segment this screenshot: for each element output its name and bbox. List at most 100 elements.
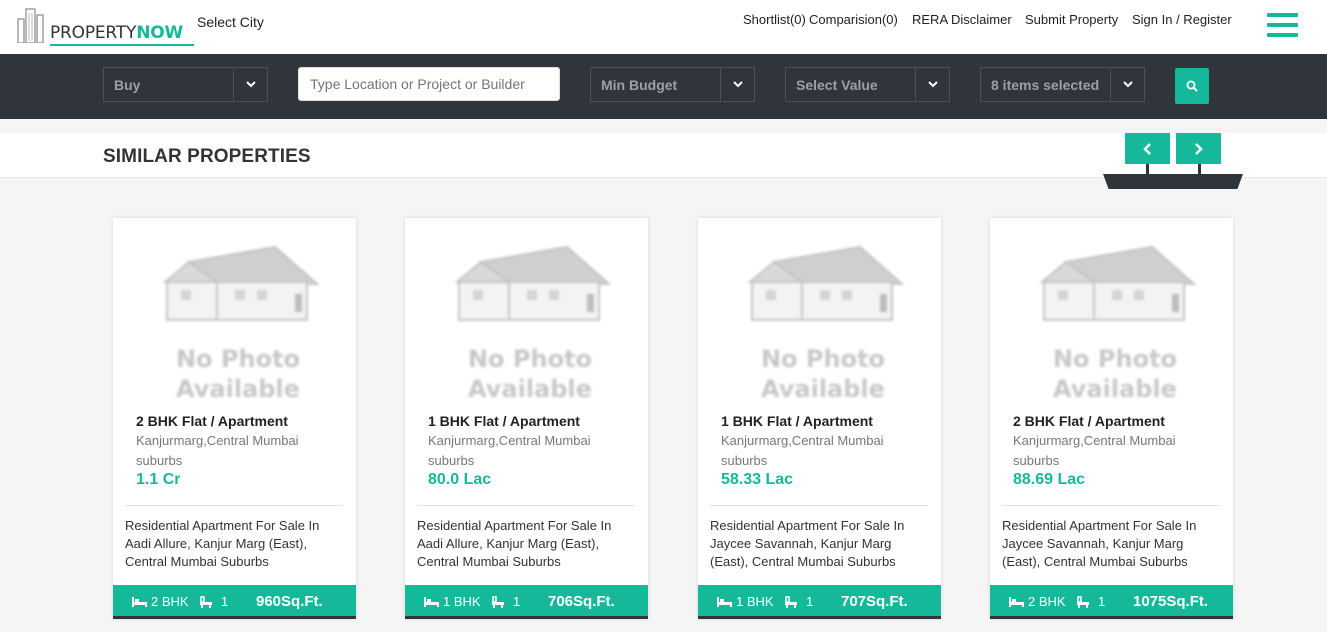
bath-icon — [200, 595, 212, 608]
property-description: Residential Apartment For Sale In Jaycee… — [1002, 518, 1197, 569]
area-value: 706Sq.Ft. — [548, 593, 615, 610]
beds-value: 1 BHK — [443, 594, 481, 609]
property-description: Residential Apartment For Sale In Aadi A… — [125, 518, 320, 569]
logo[interactable]: PROPERTYNOW — [16, 5, 194, 46]
baths-value: 1 — [806, 594, 814, 609]
house-placeholder-icon — [454, 245, 612, 321]
buy-rent-select-value: Buy — [114, 77, 141, 93]
bath-icon — [492, 595, 504, 608]
carousel-prev-button[interactable] — [1125, 133, 1170, 164]
sign-in-register-link[interactable]: Sign In / Register — [1132, 12, 1232, 27]
bath-icon — [785, 595, 797, 608]
property-location: Kanjurmarg,Central Mumbai suburbs — [1013, 433, 1176, 468]
no-photo-image: No Photo Available — [1034, 244, 1197, 403]
max-budget-select[interactable]: Select Value — [785, 67, 950, 102]
carousel-controls — [1103, 133, 1243, 191]
building-logo-icon — [17, 8, 44, 43]
property-description: Residential Apartment For Sale In Jaycee… — [710, 518, 905, 569]
card-footer: 2 BHK 1 960Sq.Ft. — [113, 585, 356, 619]
baths-value: 1 — [513, 594, 521, 609]
shortlist-link[interactable]: Shortlist(0) — [743, 12, 806, 27]
logo-text: PROPERTYNOW — [50, 23, 184, 43]
logo-underline — [50, 44, 194, 46]
baths-info: 1 — [1076, 594, 1105, 609]
divider — [417, 505, 635, 506]
card-footer: 1 BHK 1 706Sq.Ft. — [405, 585, 648, 619]
min-budget-select[interactable]: Min Budget — [590, 67, 755, 102]
property-card[interactable]: No Photo Available 2 BHK Flat / Apartmen… — [990, 218, 1233, 619]
no-photo-image: No Photo Available — [157, 244, 320, 403]
search-bar: Buy Min Budget Select Value 8 items sele… — [0, 54, 1327, 119]
search-icon — [1186, 80, 1198, 92]
bed-icon — [424, 596, 439, 607]
house-placeholder-icon — [1039, 245, 1197, 321]
chevron-down-icon — [1110, 68, 1144, 101]
house-placeholder-icon — [162, 245, 320, 321]
no-photo-text: No Photo Available — [760, 345, 886, 403]
chevron-down-icon — [720, 68, 754, 101]
divider — [710, 505, 928, 506]
top-header: PROPERTYNOW Select City Shortlist(0) Com… — [0, 0, 1327, 54]
property-card[interactable]: No Photo Available 1 BHK Flat / Apartmen… — [405, 218, 648, 619]
property-price: 88.69 Lac — [1013, 471, 1086, 488]
chevron-down-icon — [915, 68, 949, 101]
property-type-value: 8 items selected — [991, 77, 1100, 93]
property-location: Kanjurmarg,Central Mumbai suburbs — [136, 433, 299, 468]
beds-value: 2 BHK — [1028, 594, 1066, 609]
beds-info: 2 BHK — [1009, 594, 1066, 609]
bed-icon — [717, 596, 732, 607]
max-budget-value: Select Value — [796, 77, 878, 93]
property-price: 58.33 Lac — [721, 471, 794, 488]
property-type[interactable]: 2 BHK Flat / Apartment — [136, 413, 288, 429]
property-location: Kanjurmarg,Central Mumbai suburbs — [721, 433, 884, 468]
beds-value: 1 BHK — [736, 594, 774, 609]
baths-info: 1 — [784, 594, 813, 609]
buy-rent-select[interactable]: Buy — [103, 67, 268, 102]
no-photo-image: No Photo Available — [449, 244, 612, 403]
property-price: 80.0 Lac — [428, 471, 492, 488]
property-type[interactable]: 1 BHK Flat / Apartment — [721, 413, 873, 429]
baths-info: 1 — [491, 594, 520, 609]
chevron-down-icon — [233, 68, 267, 101]
divider — [1002, 505, 1220, 506]
property-type[interactable]: 1 BHK Flat / Apartment — [428, 413, 580, 429]
menu-icon[interactable] — [1267, 13, 1298, 39]
no-photo-text: No Photo Available — [467, 345, 593, 403]
divider — [125, 505, 343, 506]
beds-info: 2 BHK — [132, 594, 189, 609]
card-footer: 2 BHK 1 1075Sq.Ft. — [990, 585, 1233, 619]
property-description: Residential Apartment For Sale In Aadi A… — [417, 518, 612, 569]
beds-info: 1 BHK — [717, 594, 774, 609]
beds-info: 1 BHK — [424, 594, 481, 609]
min-budget-value: Min Budget — [601, 77, 678, 93]
chevron-right-icon — [1195, 142, 1203, 155]
baths-value: 1 — [1098, 594, 1106, 609]
house-placeholder-icon — [747, 245, 905, 321]
property-location: Kanjurmarg,Central Mumbai suburbs — [428, 433, 591, 468]
area-value: 1075Sq.Ft. — [1133, 593, 1209, 610]
property-price: 1.1 Cr — [136, 471, 181, 488]
bath-icon — [1077, 595, 1089, 608]
select-city-link[interactable]: Select City — [197, 14, 264, 30]
area-value: 960Sq.Ft. — [256, 593, 323, 610]
property-type[interactable]: 2 BHK Flat / Apartment — [1013, 413, 1165, 429]
comparision-link[interactable]: Comparision(0) — [809, 12, 898, 27]
no-photo-text: No Photo Available — [175, 345, 301, 403]
beds-value: 2 BHK — [151, 594, 189, 609]
section-title: SIMILAR PROPERTIES — [103, 146, 311, 167]
rera-disclaimer-link[interactable]: RERA Disclaimer — [912, 12, 1012, 27]
search-button[interactable] — [1175, 68, 1209, 104]
bed-icon — [1009, 596, 1024, 607]
baths-value: 1 — [221, 594, 229, 609]
property-card[interactable]: No Photo Available 1 BHK Flat / Apartmen… — [698, 218, 941, 619]
location-search-input[interactable] — [298, 67, 560, 101]
carousel-next-button[interactable] — [1176, 133, 1221, 164]
area-value: 707Sq.Ft. — [841, 593, 908, 610]
property-card[interactable]: No Photo Available 2 BHK Flat / Apartmen… — [113, 218, 356, 619]
no-photo-image: No Photo Available — [742, 244, 905, 403]
submit-property-link[interactable]: Submit Property — [1025, 12, 1118, 27]
card-footer: 1 BHK 1 707Sq.Ft. — [698, 585, 941, 619]
bed-icon — [132, 596, 147, 607]
property-type-select[interactable]: 8 items selected — [980, 67, 1145, 102]
chevron-left-icon — [1143, 142, 1151, 155]
